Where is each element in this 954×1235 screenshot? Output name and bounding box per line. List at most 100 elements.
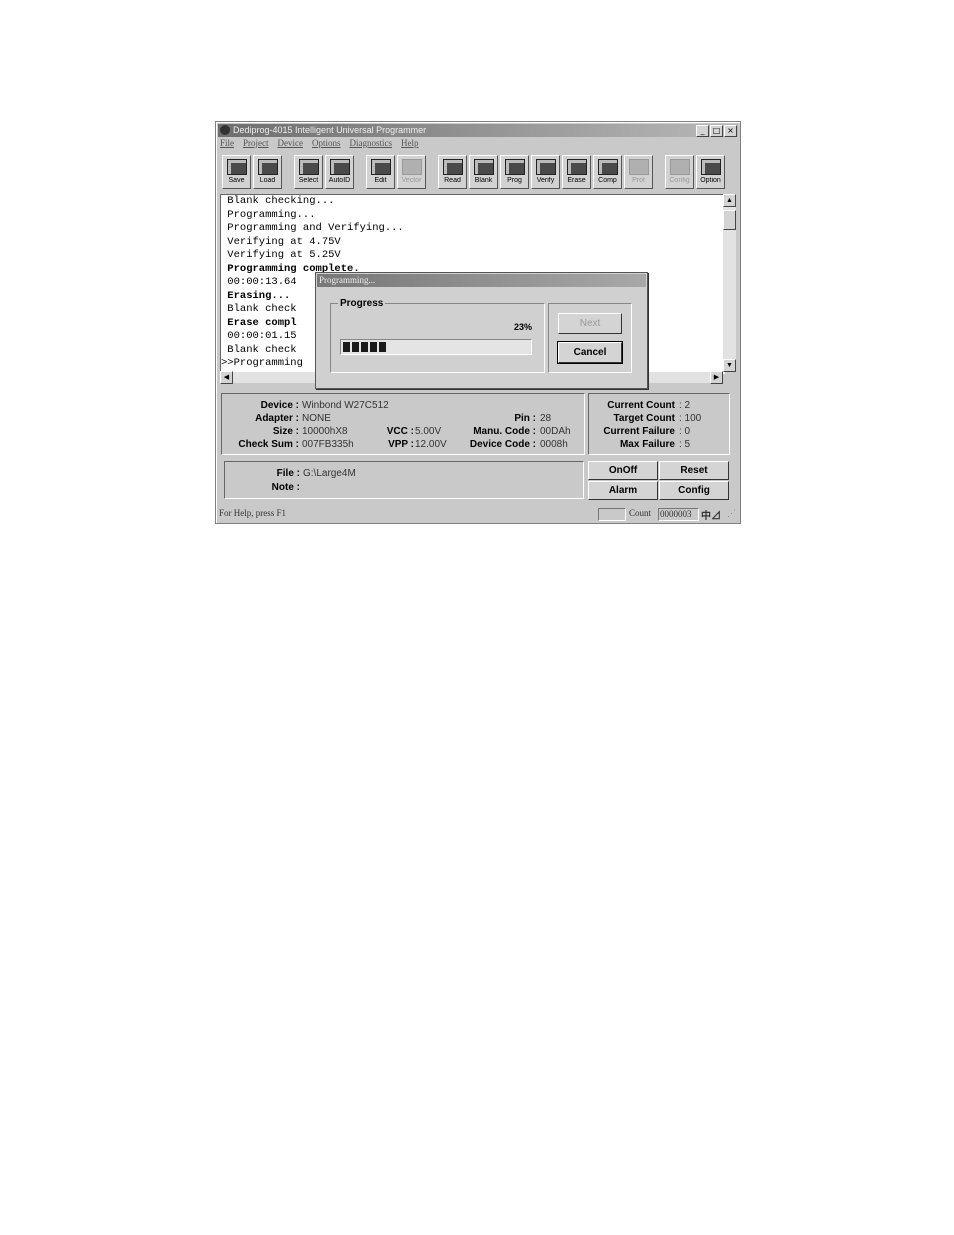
menu-options[interactable]: Options xyxy=(312,138,341,150)
max-failure-value: : 5 xyxy=(679,439,691,450)
device-info-panel: Device : Winbond W27C512 Adapter : NONE … xyxy=(221,393,585,455)
toolbar-config-button[interactable]: Config xyxy=(665,155,694,189)
vcc-label: VCC : xyxy=(386,426,414,437)
progress-bar xyxy=(340,339,532,355)
title-bar[interactable]: Dediprog-4015 Intelligent Universal Prog… xyxy=(218,124,738,137)
counts-panel: Current Count : 2 Target Count : 100 Cur… xyxy=(588,393,730,455)
current-failure-label: Current Failure xyxy=(603,426,675,437)
progress-bar-fill xyxy=(343,342,386,352)
file-label: File : xyxy=(276,468,300,479)
dialog-buttons-frame: Next Cancel xyxy=(548,303,632,373)
pin-label: Pin : xyxy=(514,413,536,424)
reset-button[interactable]: Reset xyxy=(659,461,729,480)
log-line: Verifying at 4.75V xyxy=(221,235,341,248)
maximize-button[interactable]: □ xyxy=(710,125,723,137)
menu-bar: File Project Device Options Diagnostics … xyxy=(220,138,419,150)
cancel-button[interactable]: Cancel xyxy=(557,341,623,364)
toolbar-load-button[interactable]: Load xyxy=(253,155,282,189)
adapter-value: NONE xyxy=(302,413,331,424)
toolbar-blank-button[interactable]: Blank xyxy=(469,155,498,189)
select-device-icon xyxy=(298,159,319,175)
config-icon xyxy=(669,159,690,175)
toolbar-button-label: Verify xyxy=(536,177,555,184)
toolbar-prot-button[interactable]: Prot xyxy=(624,155,653,189)
menu-help[interactable]: Help xyxy=(401,138,419,150)
dialog-title[interactable]: Programming... xyxy=(317,274,646,287)
status-bar: For Help, press F1 Count 0000003 中⊿ ⋰ xyxy=(218,507,738,522)
scroll-right-icon[interactable]: ▶ xyxy=(710,371,723,384)
target-count-label: Target Count xyxy=(613,413,675,424)
minimize-button[interactable]: _ xyxy=(696,125,709,137)
onoff-button[interactable]: OnOff xyxy=(588,461,658,480)
toolbar-option-button[interactable]: Option xyxy=(696,155,725,189)
menu-device[interactable]: Device xyxy=(278,138,303,150)
edit-icon xyxy=(370,159,391,175)
ime-indicator-icon: 中⊿ xyxy=(701,511,721,522)
toolbar-button-label: Blank xyxy=(474,177,493,184)
note-label: Note : xyxy=(271,482,300,493)
log-line: Programming and Verifying... xyxy=(221,222,404,234)
adapter-label: Adapter : xyxy=(255,413,299,424)
progress-group: Progress 23% xyxy=(330,298,545,373)
toolbar-comp-button[interactable]: Comp xyxy=(593,155,622,189)
toolbar-button-label: Save xyxy=(228,177,245,184)
toolbar-button-label: Vector xyxy=(401,177,422,184)
file-panel: File : G:\Large4M Note : xyxy=(224,461,584,499)
toolbar-autoid-button[interactable]: AutoID xyxy=(325,155,354,189)
toolbar-button-label: Option xyxy=(700,177,721,184)
config-button[interactable]: Config xyxy=(659,481,729,500)
toolbar-select-button[interactable]: Select xyxy=(294,155,323,189)
scroll-down-icon[interactable]: ▼ xyxy=(723,359,736,372)
status-count-label: Count xyxy=(629,508,652,518)
vertical-scrollbar[interactable]: ▲ ▼ xyxy=(723,194,736,372)
current-failure-value: : 0 xyxy=(679,426,691,437)
next-button[interactable]: Next xyxy=(558,313,622,334)
toolbar-vector-button[interactable]: Vector xyxy=(397,155,426,189)
size-label: Size : xyxy=(272,426,299,437)
device-value: Winbond W27C512 xyxy=(302,400,389,411)
toolbar-button-label: Prot xyxy=(632,177,645,184)
vpp-value: 12.00V xyxy=(415,439,447,450)
alarm-button[interactable]: Alarm xyxy=(588,481,658,500)
toolbar-prog-button[interactable]: Prog xyxy=(500,155,529,189)
toolbar-button-label: Prog xyxy=(507,177,522,184)
option-icon xyxy=(700,159,721,175)
read-icon xyxy=(442,159,463,175)
log-line: Programming... xyxy=(221,208,316,221)
status-indicator xyxy=(598,508,626,521)
manu-code-value: 00DAh xyxy=(540,426,571,437)
toolbar-read-button[interactable]: Read xyxy=(438,155,467,189)
app-icon xyxy=(220,125,230,135)
device-code-label: Device Code : xyxy=(469,439,536,450)
scroll-left-icon[interactable]: ◀ xyxy=(220,371,233,384)
toolbar-edit-button[interactable]: Edit xyxy=(366,155,395,189)
status-help-text: For Help, press F1 xyxy=(219,508,286,518)
scroll-thumb[interactable] xyxy=(723,210,736,230)
toolbar-button-label: AutoID xyxy=(328,177,351,184)
size-value: 10000hX8 xyxy=(302,426,348,437)
load-icon xyxy=(257,159,278,175)
resize-grip-icon[interactable]: ⋰ xyxy=(727,508,736,519)
toolbar-save-button[interactable]: Save xyxy=(222,155,251,189)
close-button[interactable]: × xyxy=(724,125,737,137)
pin-value: 28 xyxy=(540,413,552,424)
scroll-up-icon[interactable]: ▲ xyxy=(723,194,736,207)
toolbar: Save Load Select AutoID Edit Vector Read Blank P… xyxy=(222,155,732,191)
menu-file[interactable]: File xyxy=(220,138,234,150)
manu-code-label: Manu. Code : xyxy=(473,426,536,437)
device-label: Device : xyxy=(260,400,299,411)
max-failure-label: Max Failure xyxy=(619,439,675,450)
menu-diagnostics[interactable]: Diagnostics xyxy=(350,138,393,150)
log-line: Blank checking... xyxy=(221,195,335,207)
file-value: G:\Large4M xyxy=(303,468,356,479)
protect-icon xyxy=(628,159,649,175)
current-count-label: Current Count xyxy=(607,400,675,411)
toolbar-verify-button[interactable]: Verify xyxy=(531,155,560,189)
save-icon xyxy=(226,159,247,175)
toolbar-erase-button[interactable]: Erase xyxy=(562,155,591,189)
toolbar-button-label: Config xyxy=(669,177,690,184)
toolbar-button-label: Comp xyxy=(598,177,617,184)
current-count-value: : 2 xyxy=(679,400,691,411)
menu-project[interactable]: Project xyxy=(243,138,269,150)
erase-icon xyxy=(566,159,587,175)
